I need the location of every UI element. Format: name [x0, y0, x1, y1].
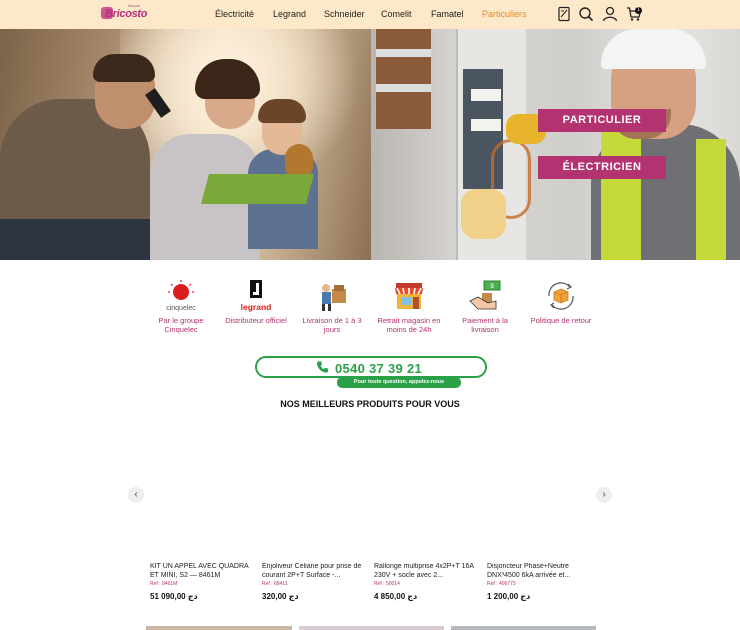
- section-title: NOS MEILLEURS PRODUITS POUR VOUS: [280, 399, 460, 409]
- phone-number[interactable]: 0540 37 39 21: [335, 361, 422, 376]
- nav-item-electricite[interactable]: Électricité: [215, 9, 254, 19]
- hero-banner: PARTICULIER ou ÉLECTRICIEN: [0, 29, 740, 260]
- product-ref: Ref : 68411: [262, 581, 288, 587]
- product-name[interactable]: Enjoliveur Céliane pour prise de courant…: [262, 563, 370, 580]
- catalog-icon[interactable]: [556, 6, 572, 22]
- top-header: depuis Bricosto Électricité Legrand Schn…: [0, 0, 740, 29]
- feature-label: Livraison de 1 à 3 jours: [302, 316, 362, 334]
- product-ref: Ref : 8461M: [150, 581, 178, 587]
- product-ref: Ref : 50014: [374, 581, 400, 587]
- nav-item-legrand[interactable]: Legrand: [273, 9, 306, 19]
- feature-payment[interactable]: $ Paiement à la livraison: [450, 279, 520, 334]
- feature-legrand[interactable]: legrand Distributeur officiel: [221, 279, 291, 325]
- account-icon[interactable]: [602, 6, 618, 22]
- carousel-prev-button[interactable]: ‹: [128, 487, 144, 503]
- particulier-button[interactable]: PARTICULIER: [538, 109, 666, 132]
- logo-text: Bricosto: [105, 8, 148, 20]
- electricien-button[interactable]: ÉLECTRICIEN: [538, 156, 666, 179]
- feature-return-policy[interactable]: Politique de retour: [526, 279, 596, 325]
- delivery-person-icon: [322, 284, 346, 311]
- product-name[interactable]: Rallonge multiprise 4x2P+T 16A 230V + so…: [374, 563, 482, 580]
- feature-label: Paiement à la livraison: [462, 316, 508, 334]
- feature-label: Distributeur officiel: [225, 316, 287, 325]
- product-price: 1 200,00 دج: [487, 592, 531, 601]
- nav-item-particuliers[interactable]: Particuliers: [482, 9, 527, 19]
- bottom-banner-image: [299, 626, 444, 630]
- product-name[interactable]: KIT UN APPEL AVEC QUADRA ET MINI, S2 — 8…: [150, 563, 258, 580]
- product-card[interactable]: Rallonge multiprise 4x2P+T 16A 230V + so…: [374, 563, 482, 601]
- phone-icon: [316, 361, 329, 373]
- legrand-logo-icon: legrand: [241, 280, 272, 312]
- phone-tagline: Pour toute question, appelez-nous: [337, 377, 461, 388]
- bottom-banner-image: [451, 626, 596, 630]
- product-name[interactable]: Disjoncteur Phase+Neutre DNX³4500 6kA ar…: [487, 563, 595, 580]
- store-icon: [395, 283, 423, 309]
- feature-label: Politique de retour: [530, 316, 592, 325]
- cart-count-badge: 1: [635, 7, 642, 14]
- search-icon[interactable]: [578, 6, 594, 22]
- product-price: 4 850,00 دج: [374, 592, 418, 601]
- product-card[interactable]: KIT UN APPEL AVEC QUADRA ET MINI, S2 — 8…: [150, 563, 258, 601]
- product-card[interactable]: Enjoliveur Céliane pour prise de courant…: [262, 563, 370, 601]
- product-price: 51 090,00 دج: [150, 592, 198, 601]
- feature-label: Retrait magasin en moins de 24h: [377, 316, 441, 334]
- product-card[interactable]: Disjoncteur Phase+Neutre DNX³4500 6kA ar…: [487, 563, 595, 601]
- feature-label: Par le groupe Cinquelec: [158, 316, 204, 334]
- carousel-next-button[interactable]: ›: [596, 487, 612, 503]
- nav-item-comelit[interactable]: Comelit: [381, 9, 412, 19]
- nav-item-schneider[interactable]: Schneider: [324, 9, 365, 19]
- bottom-banner-image: [146, 626, 292, 630]
- site-logo[interactable]: depuis Bricosto: [101, 3, 148, 25]
- hero-electrician-image: [371, 29, 740, 260]
- payment-on-delivery-icon: $: [469, 280, 501, 310]
- svg-text:cinquelec: cinquelec: [166, 305, 196, 312]
- svg-text:legrand: legrand: [241, 302, 272, 312]
- hero-family-image: [0, 29, 371, 260]
- phone-contact-box[interactable]: 0540 37 39 21: [255, 356, 487, 378]
- return-box-icon: [548, 282, 574, 310]
- feature-store-pickup[interactable]: Retrait magasin en moins de 24h: [374, 279, 444, 334]
- nav-item-famatel[interactable]: Famatel: [431, 9, 464, 19]
- feature-delivery[interactable]: Livraison de 1 à 3 jours: [297, 279, 367, 334]
- cinquelec-logo-icon: cinquelec: [166, 280, 196, 312]
- feature-cinquelec[interactable]: cinquelec Par le groupe Cinquelec: [146, 279, 216, 334]
- product-ref: Ref : 406773: [487, 581, 516, 587]
- product-price: 320,00 دج: [262, 592, 299, 601]
